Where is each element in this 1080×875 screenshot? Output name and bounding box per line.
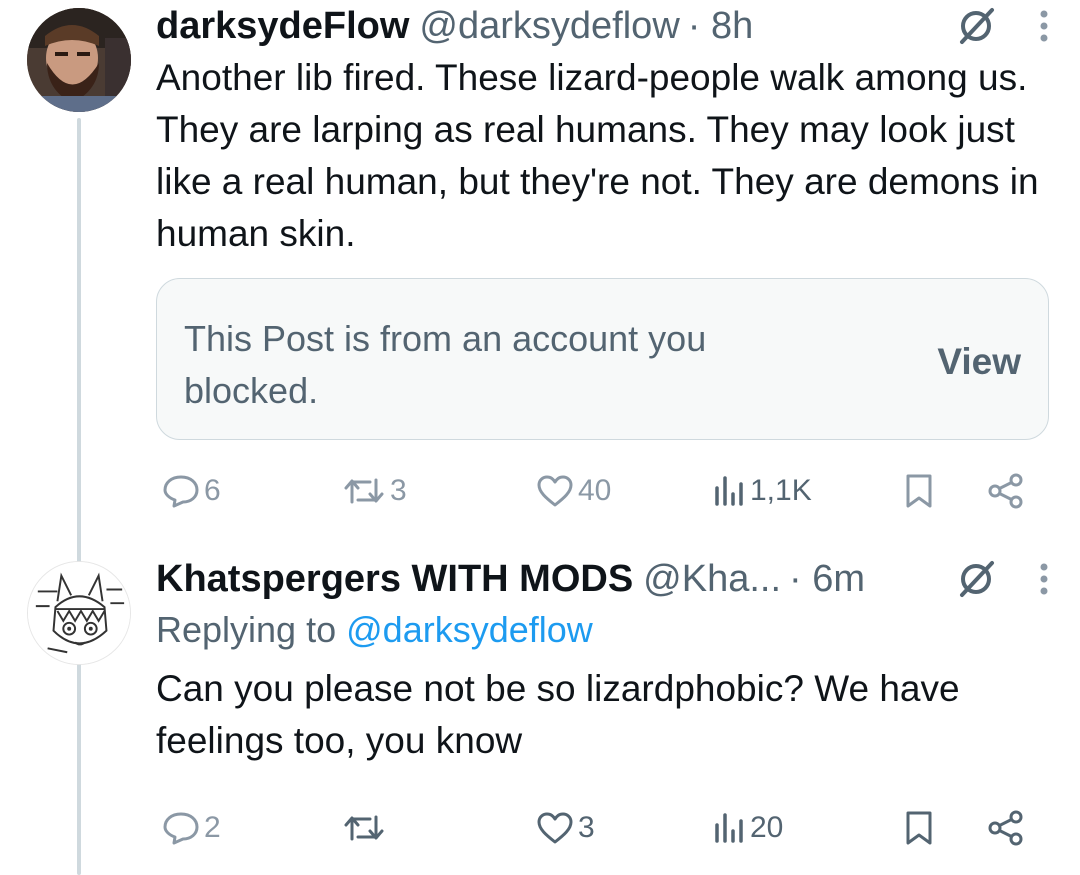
bookmark-button[interactable] [904,466,934,516]
user-handle[interactable]: @Kha... [643,558,781,601]
display-name[interactable]: darksydeFlow [156,5,409,48]
like-icon [536,811,574,845]
repost-button[interactable] [342,803,390,853]
reply-count: 6 [204,474,221,507]
share-icon [986,810,1026,846]
thread-connector-line [77,118,81,875]
reply-icon [162,811,200,845]
like-button[interactable]: 40 [536,466,611,516]
display-name[interactable]: Khatspergers WITH MODS [156,558,633,601]
avatar[interactable] [27,561,131,665]
tweet-text: Can you please not be so lizardphobic? W… [156,668,960,761]
more-options-icon[interactable] [1038,6,1050,46]
repost-button[interactable]: 3 [342,466,407,516]
user-handle[interactable]: @darksydeflow [419,5,679,48]
tweet-header: darksydeFlow @darksydeflow · 8h [156,0,1050,52]
like-icon [536,474,574,508]
reply-button[interactable]: 2 [162,803,221,853]
action-bar: 6 3 40 1,1K [156,466,1034,516]
grok-icon[interactable] [956,559,996,599]
views-icon [712,474,746,508]
share-button[interactable] [986,466,1026,516]
reply-icon [162,474,200,508]
views-count: 20 [750,811,784,844]
share-button[interactable] [986,803,1026,853]
bookmark-icon [904,810,934,846]
tweet-text: Another lib fired. These lizard-people w… [156,57,1039,254]
timestamp[interactable]: · 6m [789,558,865,601]
blocked-message: This Post is from an account you blocked… [184,318,707,411]
avatar-image [27,8,131,112]
repost-count: 3 [390,474,407,507]
bookmark-icon [904,473,934,509]
views-button[interactable]: 20 [712,803,783,853]
view-button[interactable]: View [937,341,1021,383]
views-button[interactable]: 1,1K [712,466,812,516]
repost-icon [342,811,386,845]
reply-button[interactable]: 6 [162,466,221,516]
bookmark-button[interactable] [904,803,934,853]
tweet-header: Khatspergers WITH MODS @Kha... · 6m [156,553,1050,605]
blocked-post-card: This Post is from an account you blocked… [156,278,1049,440]
share-icon [986,473,1026,509]
grok-icon[interactable] [956,6,996,46]
avatar-image [28,562,130,664]
views-count: 1,1K [750,474,812,507]
replying-to-line: Replying to @darksydeflow [156,605,1050,655]
timestamp[interactable]: · 8h [688,5,753,48]
repost-icon [342,474,386,508]
reply-count: 2 [204,811,221,844]
like-count: 40 [578,474,612,507]
tweet[interactable]: darksydeFlow @darksydeflow · 8h Another … [156,0,1050,509]
like-button[interactable]: 3 [536,803,595,853]
reply-mention-link[interactable]: @darksydeflow [346,609,593,650]
avatar[interactable] [27,8,131,112]
like-count: 3 [578,811,595,844]
action-bar: 2 3 20 [156,803,1034,853]
replying-prefix: Replying to [156,609,337,650]
tweet[interactable]: Khatspergers WITH MODS @Kha... · 6m Repl… [156,553,1050,846]
views-icon [712,811,746,845]
more-options-icon[interactable] [1038,559,1050,599]
